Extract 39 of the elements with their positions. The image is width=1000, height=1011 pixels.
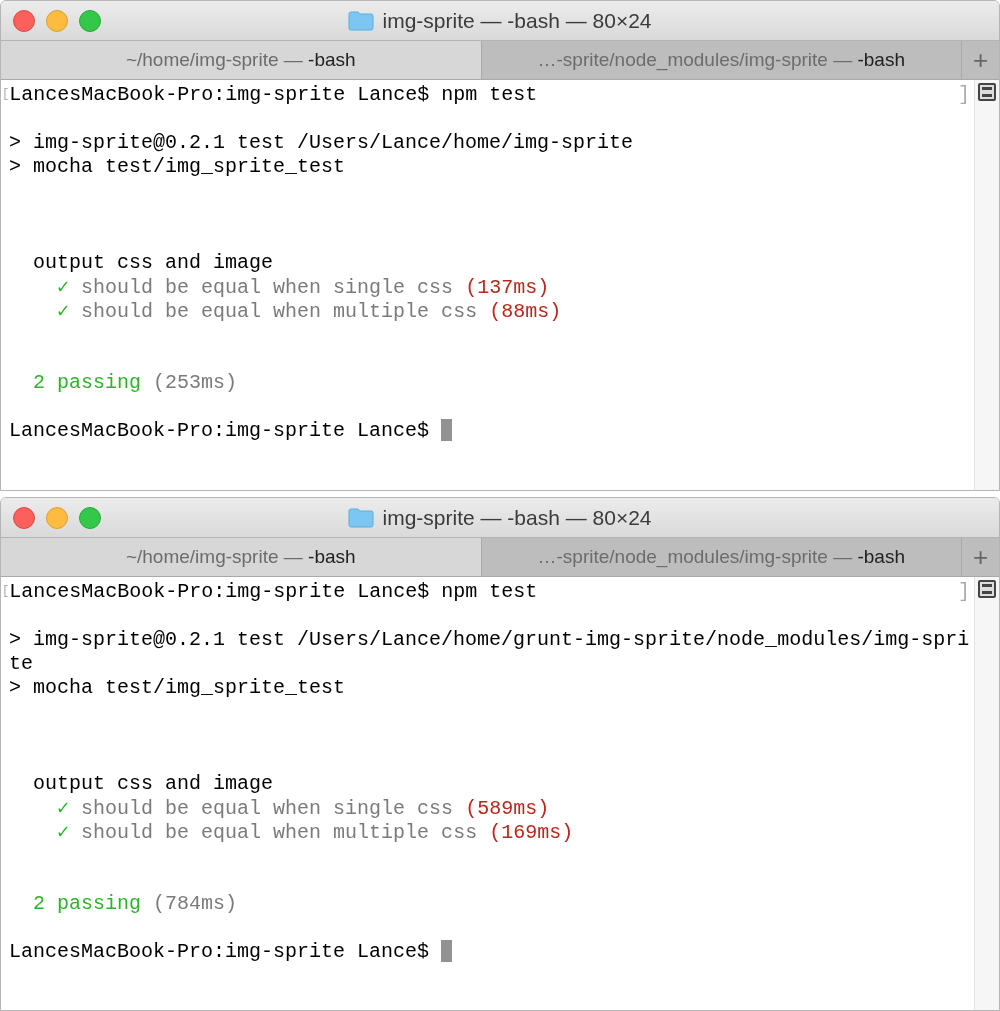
terminal-line: ✓ should be equal when multiple css (88ms) xyxy=(56,298,562,323)
terminal-line: LancesMacBook-Pro:img-sprite Lance$ xyxy=(9,939,431,963)
zoom-button[interactable] xyxy=(79,506,101,529)
terminal-line: LancesMacBook-Pro:img-sprite Lance$ npm test xyxy=(9,82,538,106)
terminal-line: > img-sprite@0.2.1 test /Users/Lance/home/grunt-img-sprite/node_modules/img-spri xyxy=(9,627,970,651)
terminal-line: 2 passing (784ms) xyxy=(32,891,238,915)
bracket-mark: [ xyxy=(2,87,10,101)
terminal-line: > mocha test/img_sprite_test xyxy=(9,675,346,699)
scroll-bar[interactable] xyxy=(974,80,999,490)
terminal-line: te xyxy=(9,651,33,675)
zoom-button[interactable] xyxy=(79,9,101,32)
terminal-line: > img-sprite@0.2.1 test /Users/Lance/home/img-sprite xyxy=(9,130,634,154)
terminal-tab[interactable]: ~/home/img-sprite — -bash xyxy=(1,538,482,576)
folder-icon xyxy=(348,507,375,528)
terminal-tab[interactable]: …-sprite/node_modules/img-sprite — -bash xyxy=(481,538,962,576)
scroll-bar[interactable] xyxy=(974,577,999,1010)
close-button[interactable] xyxy=(13,9,35,32)
close-button[interactable] xyxy=(13,506,35,529)
terminal-line: ✓ should be equal when single css (589ms) xyxy=(56,795,550,820)
terminal-line: 2 passing (253ms) xyxy=(32,370,238,394)
bracket-mark: ] xyxy=(958,579,970,603)
folder-icon xyxy=(348,10,375,31)
terminal-line: LancesMacBook-Pro:img-sprite Lance$ npm test xyxy=(9,579,538,603)
window-title: img-sprite — -bash — 80×24 xyxy=(382,8,652,33)
bracket-mark: ] xyxy=(958,82,970,106)
split-pane-icon[interactable] xyxy=(978,83,996,101)
terminal-line: ✓ should be equal when single css (137ms) xyxy=(56,274,550,299)
terminal-tab[interactable]: ~/home/img-sprite — -bash xyxy=(1,41,482,79)
terminal-tab[interactable]: …-sprite/node_modules/img-sprite — -bash xyxy=(481,41,962,79)
bracket-mark: [ xyxy=(2,584,10,598)
minimize-button[interactable] xyxy=(46,9,68,32)
terminal-line: output css and image xyxy=(32,250,274,274)
terminal-line: output css and image xyxy=(32,771,274,795)
terminal-line: LancesMacBook-Pro:img-sprite Lance$ xyxy=(9,418,431,442)
terminal-line: ✓ should be equal when multiple css (169ms) xyxy=(56,819,574,844)
window-title: img-sprite — -bash — 80×24 xyxy=(382,505,652,530)
terminal-line: > mocha test/img_sprite_test xyxy=(9,154,346,178)
minimize-button[interactable] xyxy=(46,506,68,529)
split-pane-icon[interactable] xyxy=(978,580,996,598)
